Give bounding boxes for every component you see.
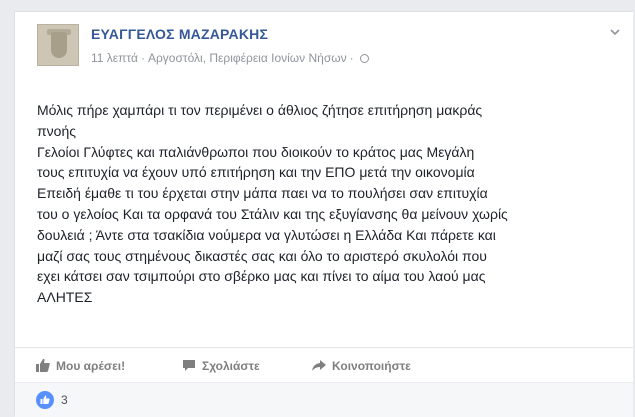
post-time[interactable]: 11 λεπτά <box>91 51 138 65</box>
post-card: ΕΥΑΓΓΕΛΟΣ ΜΑΖΑΡΑΚΗΣ 11 λεπτά · Αργοστόλι, … <box>14 11 633 417</box>
reactions-bar: 3 <box>15 382 633 417</box>
post-text: Μόλις πήρε χαμπάρι τι τον περιμένει ο άθ… <box>37 102 508 306</box>
thumbs-up-icon <box>36 358 50 372</box>
post-header: ΕΥΑΓΓΕΛΟΣ ΜΑΖΑΡΑΚΗΣ 11 λεπτά · Αργοστόλι, … <box>15 12 633 82</box>
share-button[interactable]: Κοινοποιήστε <box>311 357 411 373</box>
avatar[interactable] <box>37 24 79 66</box>
share-icon <box>312 360 326 371</box>
globe-icon[interactable] <box>359 54 369 63</box>
chevron-down-icon[interactable] <box>609 26 621 38</box>
post-meta: 11 λεπτά · Αργοστόλι, Περιφέρεια Ιονίων Νή… <box>91 51 369 65</box>
comment-label: Σχολιάστε <box>202 359 260 373</box>
post-location[interactable]: Αργοστόλι, Περιφέρεια Ιονίων Νήσων <box>148 51 347 65</box>
crest-icon <box>51 32 67 58</box>
comment-icon <box>183 360 195 371</box>
like-label: Μου αρέσει! <box>56 359 126 373</box>
thumbs-up-badge-icon <box>40 395 50 404</box>
meta-separator-2: · <box>349 51 354 65</box>
comment-button[interactable]: Σχολιάστε <box>181 357 260 373</box>
meta-separator: · <box>140 51 145 65</box>
like-button[interactable]: Μου αρέσει! <box>35 357 125 373</box>
action-bar: Μου αρέσει! Σχολιάστε Κοινοποιήστε <box>15 347 633 378</box>
share-label: Κοινοποιήστε <box>332 359 411 373</box>
author-name[interactable]: ΕΥΑΓΓΕΛΟΣ ΜΑΖΑΡΑΚΗΣ <box>91 26 268 42</box>
like-reaction-icon[interactable] <box>36 391 54 409</box>
like-count[interactable]: 3 <box>61 393 68 407</box>
